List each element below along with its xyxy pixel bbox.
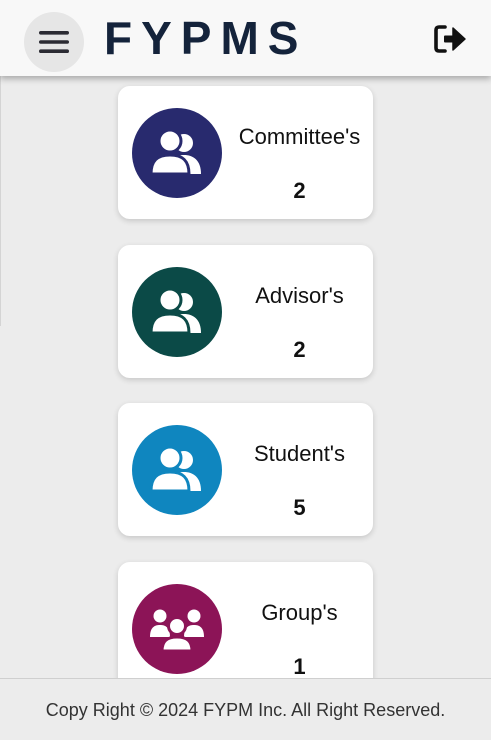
committee-icon-circle — [132, 108, 222, 198]
logout-button[interactable] — [432, 22, 468, 56]
users-icon — [149, 289, 201, 335]
group-icon — [150, 609, 204, 652]
hamburger-menu-icon — [39, 31, 69, 53]
group-count: 1 — [293, 654, 306, 679]
app-root: Committee's 2 Advisor's 2 Student's 5 Gr… — [0, 0, 491, 740]
users-icon — [149, 130, 201, 176]
group-card[interactable]: Group's 1 — [118, 562, 373, 695]
student-icon-circle — [132, 425, 222, 515]
committee-count: 2 — [293, 178, 306, 203]
advisor-count: 2 — [293, 337, 306, 362]
student-card[interactable]: Student's 5 — [118, 403, 373, 536]
committee-card[interactable]: Committee's 2 — [118, 86, 373, 219]
dashboard-cards: Committee's 2 Advisor's 2 Student's 5 Gr… — [0, 0, 491, 740]
sidebar-edge — [0, 76, 1, 326]
sign-out-icon — [434, 25, 466, 53]
copyright-text: Copy Right © 2024 FYPM Inc. All Right Re… — [45, 700, 446, 720]
menu-button[interactable] — [24, 12, 84, 72]
advisor-card[interactable]: Advisor's 2 — [118, 245, 373, 378]
page-footer: Copy Right © 2024 FYPM Inc. All Right Re… — [0, 678, 491, 740]
users-icon — [149, 447, 201, 493]
app-brand: FYPMS — [104, 12, 308, 64]
group-icon-circle — [132, 584, 222, 674]
committee-title: Committee's — [238, 124, 361, 149]
advisor-title: Advisor's — [255, 283, 344, 308]
student-title: Student's — [253, 441, 346, 466]
group-title: Group's — [261, 600, 338, 625]
advisor-icon-circle — [132, 267, 222, 357]
app-header: FYPMS — [0, 0, 491, 76]
student-count: 5 — [293, 495, 306, 520]
